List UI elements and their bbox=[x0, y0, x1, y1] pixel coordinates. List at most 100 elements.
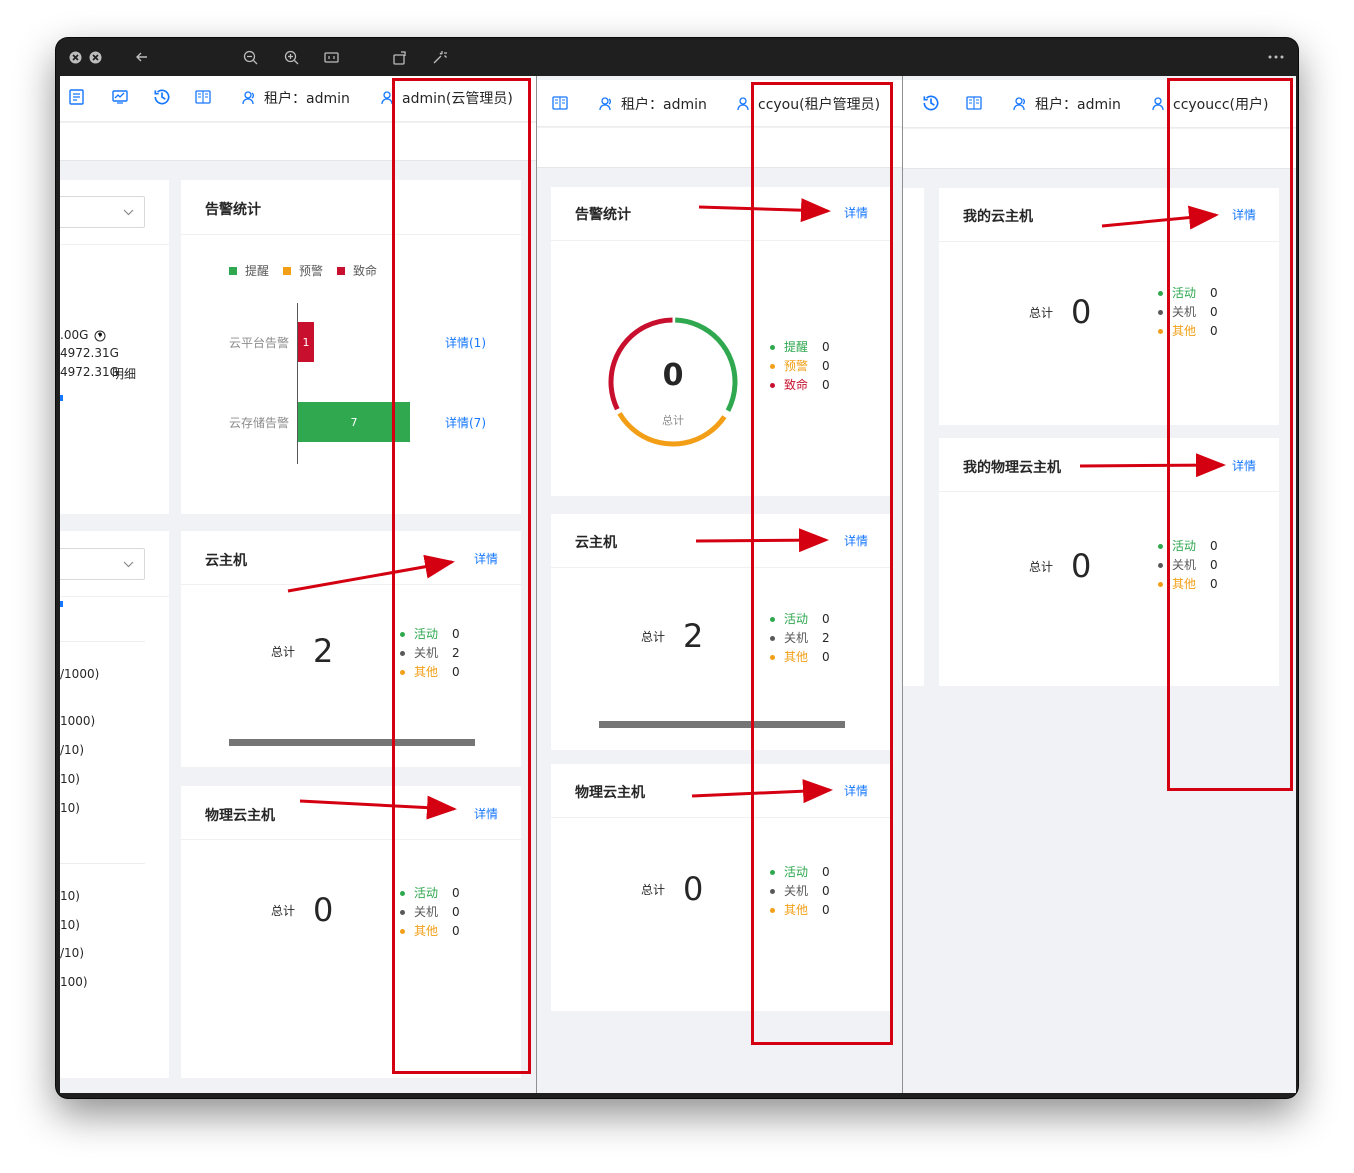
alarm-total: 0 bbox=[662, 358, 684, 393]
legend-row: 活动 0 bbox=[400, 625, 460, 644]
alarm-row-detail-link[interactable]: 详情(7) bbox=[445, 414, 486, 431]
physical-vm-legend: 活动 0 关机 0 其他 0 bbox=[770, 863, 830, 920]
vm-total: 总计 2 bbox=[641, 617, 703, 655]
legend-row: 其他 0 bbox=[400, 663, 460, 682]
total-label: 总计 bbox=[1029, 305, 1054, 320]
storage-select[interactable] bbox=[60, 196, 145, 228]
storage-detail-link[interactable]: 明细 bbox=[112, 365, 136, 382]
legend-item[interactable]: 预警 bbox=[283, 262, 323, 279]
vm-status-bar bbox=[599, 721, 845, 728]
user-name: ccyou(租户管理员) bbox=[758, 97, 881, 113]
card-title: 告警统计 bbox=[205, 202, 261, 218]
book-icon[interactable] bbox=[551, 94, 569, 112]
total-value: 0 bbox=[1071, 547, 1092, 585]
back-icon[interactable] bbox=[134, 48, 150, 66]
alarm-bar[interactable]: 7 bbox=[298, 402, 410, 442]
quota-line: /10) bbox=[60, 743, 84, 757]
quota-line: 10) bbox=[60, 801, 80, 815]
legend-item[interactable]: 致命 bbox=[337, 262, 377, 279]
vm-total: 总计 2 bbox=[271, 632, 333, 670]
total-value: 0 bbox=[1071, 293, 1092, 331]
storage-line: 4972.31G bbox=[60, 346, 119, 360]
legend-row: 提醒 0 bbox=[770, 338, 830, 357]
legend-row: 其他 0 bbox=[400, 922, 460, 941]
magic-icon[interactable] bbox=[431, 48, 447, 66]
physical-vm-total: 总计 0 bbox=[271, 891, 333, 929]
rotate-icon[interactable] bbox=[392, 48, 408, 66]
storage-line: 4972.31G bbox=[60, 365, 119, 379]
card-title: 我的云主机 bbox=[963, 209, 1033, 225]
help-icon[interactable] bbox=[94, 330, 106, 342]
tenant-info[interactable]: 租户：admin bbox=[597, 94, 707, 114]
minimize-icon[interactable] bbox=[88, 48, 102, 66]
alarm-legend: 提醒 0 预警 0 致命 0 bbox=[770, 338, 830, 395]
physical-vm-detail-link[interactable]: 详情 bbox=[844, 782, 868, 799]
legend-row: 致命 0 bbox=[770, 376, 830, 395]
user-icon bbox=[737, 97, 749, 111]
alarm-total-label: 总计 bbox=[662, 414, 684, 427]
vm-status-bar bbox=[229, 739, 475, 746]
close-icon[interactable] bbox=[68, 48, 82, 66]
fit-icon[interactable] bbox=[323, 48, 339, 66]
card-title: 云主机 bbox=[205, 553, 247, 569]
user-menu[interactable]: ccyou(租户管理员) bbox=[734, 94, 880, 114]
legend-row: 活动 0 bbox=[770, 863, 830, 882]
tenant-info[interactable]: 租户：admin bbox=[1011, 94, 1121, 114]
monitor-icon[interactable] bbox=[111, 88, 129, 106]
total-label: 总计 bbox=[641, 629, 666, 644]
physical-vm-detail-link[interactable]: 详情 bbox=[474, 805, 498, 822]
alarm-detail-link[interactable]: 详情 bbox=[844, 204, 868, 221]
quota-line: 10) bbox=[60, 889, 80, 903]
total-label: 总计 bbox=[271, 644, 296, 659]
vm-card: 云主机 详情 总计 2 活动 0 关机 2 其他 0 bbox=[181, 531, 521, 767]
quota-select[interactable] bbox=[60, 548, 145, 580]
user-menu[interactable]: ccyoucc(用户) bbox=[1149, 94, 1268, 114]
user-name: ccyoucc(用户) bbox=[1173, 97, 1269, 113]
legend-row: 关机 0 bbox=[400, 903, 460, 922]
legend-row: 活动 0 bbox=[400, 884, 460, 903]
report-icon[interactable] bbox=[68, 88, 86, 106]
legend-row: 活动 0 bbox=[770, 610, 830, 629]
my-physical-vm-detail-link[interactable]: 详情 bbox=[1232, 457, 1256, 474]
history-icon[interactable] bbox=[152, 87, 172, 107]
breadcrumb-bar bbox=[537, 128, 902, 168]
tenant-icon bbox=[599, 97, 611, 111]
legend-row: 关机 0 bbox=[1158, 303, 1218, 322]
tenant-info[interactable]: 租户：admin bbox=[240, 88, 350, 108]
legend-item[interactable]: 提醒 bbox=[229, 262, 269, 279]
total-value: 0 bbox=[313, 891, 334, 929]
legend-row: 活动 0 bbox=[1158, 284, 1218, 303]
legend-row: 其他 0 bbox=[770, 648, 830, 667]
storage-card-stub: .00G 4972.31G 4972.31G 明细 bbox=[60, 180, 169, 514]
alarm-row-detail-link[interactable]: 详情(1) bbox=[445, 334, 486, 351]
book-icon[interactable] bbox=[965, 94, 983, 112]
physical-vm-legend: 活动 0 关机 0 其他 0 bbox=[400, 884, 460, 941]
user-name: admin(云管理员) bbox=[402, 91, 513, 107]
zoom-out-icon[interactable] bbox=[242, 48, 258, 66]
user-icon bbox=[1152, 97, 1164, 111]
vm-card: 云主机 详情 总计 2 活动 0 关机 2 其他 0 bbox=[551, 514, 891, 750]
quota-line: /1000) bbox=[60, 667, 100, 681]
tenant-icon bbox=[242, 91, 254, 105]
zoom-in-icon[interactable] bbox=[283, 48, 299, 66]
vm-detail-link[interactable]: 详情 bbox=[844, 532, 868, 549]
chevron-down-icon bbox=[123, 209, 134, 216]
my-vm-detail-link[interactable]: 详情 bbox=[1232, 206, 1256, 223]
breadcrumb-bar bbox=[60, 123, 536, 161]
alarm-bar[interactable]: 1 bbox=[298, 322, 314, 362]
history-icon[interactable] bbox=[921, 93, 941, 113]
my-physical-vm-legend: 活动 0 关机 0 其他 0 bbox=[1158, 537, 1218, 594]
total-value: 0 bbox=[683, 870, 704, 908]
legend-row: 关机 0 bbox=[770, 882, 830, 901]
my-vm-legend: 活动 0 关机 0 其他 0 bbox=[1158, 284, 1218, 341]
legend-row: 其他 0 bbox=[1158, 575, 1218, 594]
legend-row: 关机 0 bbox=[1158, 556, 1218, 575]
user-menu[interactable]: admin(云管理员) bbox=[378, 88, 513, 108]
more-icon[interactable] bbox=[1266, 48, 1286, 66]
total-value: 2 bbox=[683, 617, 704, 655]
bar-label: 云存储告警 bbox=[228, 416, 289, 430]
storage-line: .00G bbox=[60, 328, 89, 342]
book-icon[interactable] bbox=[194, 88, 212, 106]
bar-label: 云平台告警 bbox=[228, 336, 289, 350]
vm-detail-link[interactable]: 详情 bbox=[474, 550, 498, 567]
